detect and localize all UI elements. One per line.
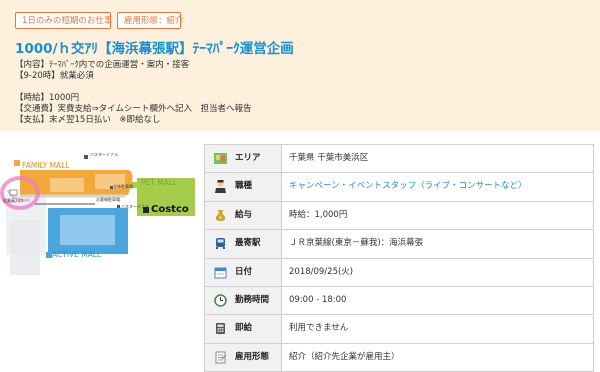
customer-parking-label: お客様駐車場 xyxy=(96,197,120,202)
bus-terminal-label-2: バスターミナル xyxy=(121,204,149,209)
detail-value: 紹介（紹介先企業が雇用主） xyxy=(289,351,400,362)
detail-row-salary: ¥ 給与 時給：1,000円 xyxy=(204,201,594,231)
tag-employment-type: 雇用形態：紹介 xyxy=(117,12,184,29)
bus-terminal-label: バスターミナル xyxy=(90,152,118,157)
money-bag-icon: ¥ xyxy=(215,209,226,221)
job-type-link[interactable]: キャンペーン・イベントスタッフ（ライブ・コンサートなど） xyxy=(289,173,527,200)
costco-label: Costco xyxy=(151,204,189,215)
detail-value: ＪＲ京葉線(東京－蘇我)：海浜幕張 xyxy=(289,238,424,249)
location-map: FAMILY MALL PET MALL ACTIVE MALL Costco … xyxy=(0,150,195,355)
calendar-icon xyxy=(214,267,227,279)
detail-row-area: エリア 千葉県 千葉市美浜区 xyxy=(204,145,594,174)
detail-label: 最寄駅 xyxy=(235,238,261,249)
job-summary-panel: 1日のみの短期のお仕事 雇用形態：紹介 1000/ｈ交ｱﾘ【海浜幕張駅】ﾃｰﾏﾊ… xyxy=(0,0,600,131)
detail-row-station: 最寄駅 ＪＲ京葉線(東京－蘇我)：海浜幕張 xyxy=(204,230,594,259)
active-mall-label: ACTIVE MALL xyxy=(52,250,102,259)
document-icon xyxy=(215,351,227,364)
detail-value: 2018/09/25(火) xyxy=(289,266,354,277)
detail-value: 時給：1,000円 xyxy=(289,209,348,220)
tag-one-day-job: 1日のみの短期のお仕事 xyxy=(15,12,112,29)
desc-line-payment: 【支払】末〆翌15日払い ※即給なし xyxy=(15,115,161,125)
train-icon xyxy=(216,238,225,250)
job-details-table: エリア 千葉県 千葉市美浜区 職種 キャンペーン・イベントスタッフ（ライブ・コン… xyxy=(204,144,594,372)
entrance-label: 従業員入口 xyxy=(3,198,23,203)
detail-label: エリア xyxy=(235,153,261,163)
family-mall-label: FAMILY MALL xyxy=(22,161,70,170)
detail-label: 給与 xyxy=(235,209,253,220)
job-title[interactable]: 1000/ｈ交ｱﾘ【海浜幕張駅】ﾃｰﾏﾊﾟｰｸ運営企画 xyxy=(15,37,294,57)
desc-line-hours: 【9-20時】就業必須 xyxy=(15,71,94,81)
detail-label: 日付 xyxy=(235,266,253,277)
svg-text:¥: ¥ xyxy=(219,215,222,221)
detail-label: 雇用形態 xyxy=(235,351,270,362)
detail-label: 職種 xyxy=(235,181,253,192)
calculator-icon xyxy=(216,323,225,335)
desc-line-content: 【内容】ﾃｰﾏﾊﾟｰｸ内での企画運営・案内・接客 xyxy=(15,60,190,70)
desc-line-transport: 【交通費】実費支給⇒タイムシート欄外へ記入 担当者へ報告 xyxy=(15,104,252,114)
pet-mall-label: PET MALL xyxy=(141,178,178,187)
detail-row-employment-type: 雇用形態 紹介（紹介先企業が雇用主） xyxy=(204,343,594,372)
detail-row-instant-pay: 即給 利用できません xyxy=(204,315,594,344)
detail-value: 利用できません xyxy=(289,323,349,334)
parking-label: 立体駐車場 xyxy=(113,184,133,189)
area-map-icon xyxy=(214,153,227,164)
worker-icon xyxy=(215,180,226,194)
detail-row-hours: 勤務時間 09:00 - 18:00 xyxy=(204,286,594,316)
detail-row-date: 日付 2018/09/25(火) xyxy=(204,258,594,287)
detail-label: 勤務時間 xyxy=(235,294,270,305)
detail-row-job-type: 職種 キャンペーン・イベントスタッフ（ライブ・コンサートなど） xyxy=(204,173,594,202)
detail-label: 即給 xyxy=(235,323,253,334)
desc-line-wage: 【時給】1000円 xyxy=(15,93,80,103)
detail-value: 09:00 - 18:00 xyxy=(289,294,347,305)
detail-value: 千葉県 千葉市美浜区 xyxy=(289,153,369,163)
clock-icon xyxy=(214,294,227,307)
